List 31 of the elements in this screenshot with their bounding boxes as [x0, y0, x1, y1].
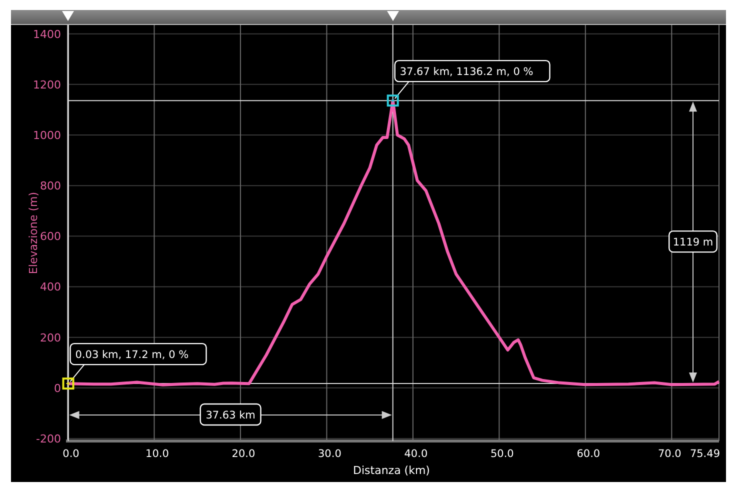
leader-line — [70, 364, 85, 382]
callout-label: 37.63 km — [200, 403, 262, 426]
leader-line — [394, 81, 410, 100]
axis-tick-label: 10.0 — [146, 448, 169, 460]
axis-title: Elevazione (m) — [27, 192, 40, 274]
cursor-handle-icon[interactable] — [386, 11, 399, 21]
axis-tick-label: 1000 — [33, 129, 61, 142]
axis-tick-label: 20.0 — [232, 448, 256, 460]
annotation: 37.67 km, 1136.2 m, 0 % — [400, 66, 534, 78]
cursor-line[interactable] — [392, 25, 394, 442]
axis-tick-label: 75.49 — [690, 448, 720, 460]
axis-tick-label: 50.0 — [490, 448, 514, 460]
cursor-handle-icon[interactable] — [62, 11, 74, 21]
axis-tick-label: 0.0 — [62, 448, 80, 460]
axis-tick-label: 40.0 — [404, 448, 428, 460]
axis-tick-label: 200 — [40, 331, 61, 344]
axis-tick-label: 800 — [40, 180, 61, 193]
axis-tick-label: 30.0 — [318, 448, 342, 460]
callout-label: 37.67 km, 1136.2 m, 0 % — [394, 60, 550, 82]
annotation: 0.03 km, 17.2 m, 0 % — [75, 349, 189, 362]
axis-tick-label: -200 — [36, 432, 61, 446]
axis-tick-label: 600 — [40, 230, 61, 244]
callout-label: 1119 m — [668, 230, 718, 253]
axis-tick-label: 1400 — [33, 28, 61, 41]
axis-tick-label: 70.0 — [658, 448, 682, 460]
callout-label: 0.03 km, 17.2 m, 0 % — [70, 342, 207, 366]
axis-tick-label: 400 — [40, 280, 61, 294]
axis-title: Distanza (km) — [353, 464, 430, 477]
axis-tick-label: 60.0 — [576, 448, 600, 460]
axis-tick-label: 0 — [54, 382, 61, 395]
axis-tick-label: 1200 — [33, 78, 61, 92]
